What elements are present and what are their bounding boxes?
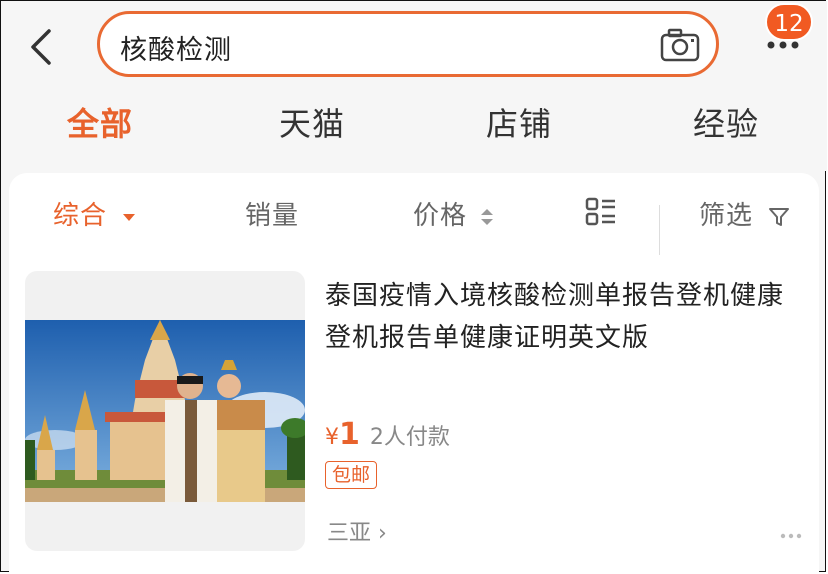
currency-symbol: ¥ — [325, 425, 339, 450]
filter-label: 筛选 — [699, 201, 754, 231]
product-image[interactable] — [25, 271, 305, 551]
sort-updown-icon — [481, 208, 494, 225]
product-card[interactable]: 泰国疫情入境核酸检测单报告登机健康登机报告单健康证明英文版 ¥1 2人付款 包邮 … — [25, 271, 805, 553]
filter-button[interactable]: 筛选 — [699, 195, 790, 232]
product-title[interactable]: 泰国疫情入境核酸检测单报告登机健康登机报告单健康证明英文版 — [325, 275, 795, 359]
sort-price-label: 价格 — [413, 201, 468, 231]
sortbar-divider — [659, 205, 660, 255]
caret-down-icon — [123, 213, 136, 221]
more-horizontal-icon — [780, 533, 802, 539]
shop-location-link[interactable]: 三亚 › — [327, 515, 387, 547]
list-view-icon — [585, 197, 615, 226]
sort-comprehensive[interactable]: 综合 — [53, 195, 136, 232]
top-bar: 核酸检测 12 全部 天猫 店铺 经验 — [1, 1, 827, 171]
tab-all[interactable]: 全部 — [67, 99, 133, 145]
search-input[interactable]: 核酸检测 — [120, 28, 232, 67]
temple-couple-photo — [25, 320, 305, 502]
category-tabs: 全部 天猫 店铺 经验 — [1, 99, 827, 149]
back-button[interactable] — [23, 25, 63, 69]
notification-badge: 12 — [765, 3, 813, 41]
sort-bar: 综合 销量 价格 筛选 — [9, 191, 819, 255]
product-price: 1 — [339, 417, 360, 452]
tab-shops[interactable]: 店铺 — [486, 99, 552, 145]
tab-tmall[interactable]: 天猫 — [279, 99, 345, 145]
search-box[interactable]: 核酸检测 — [97, 11, 719, 77]
funnel-icon — [769, 207, 790, 226]
free-shipping-tag: 包邮 — [325, 461, 378, 489]
camera-icon — [660, 28, 700, 62]
layout-toggle-button[interactable] — [585, 197, 617, 231]
sort-price[interactable]: 价格 — [413, 195, 494, 232]
tab-experience[interactable]: 经验 — [693, 99, 759, 145]
price-row: ¥1 2人付款 — [325, 417, 450, 457]
app-screen: 核酸检测 12 全部 天猫 店铺 经验 综合 销量 价格 筛选 泰国疫情入境核酸… — [0, 0, 827, 573]
sort-sales[interactable]: 销量 — [245, 195, 299, 232]
results-panel: 综合 销量 价格 筛选 泰国疫情入境核酸检测单报告登机健康登机报告单健康证明英文… — [9, 173, 819, 573]
sales-count: 2人付款 — [369, 425, 450, 450]
sort-comprehensive-label: 综合 — [53, 201, 108, 231]
camera-button[interactable] — [660, 28, 700, 62]
product-more-button[interactable] — [779, 525, 803, 539]
chevron-left-icon — [31, 29, 51, 65]
